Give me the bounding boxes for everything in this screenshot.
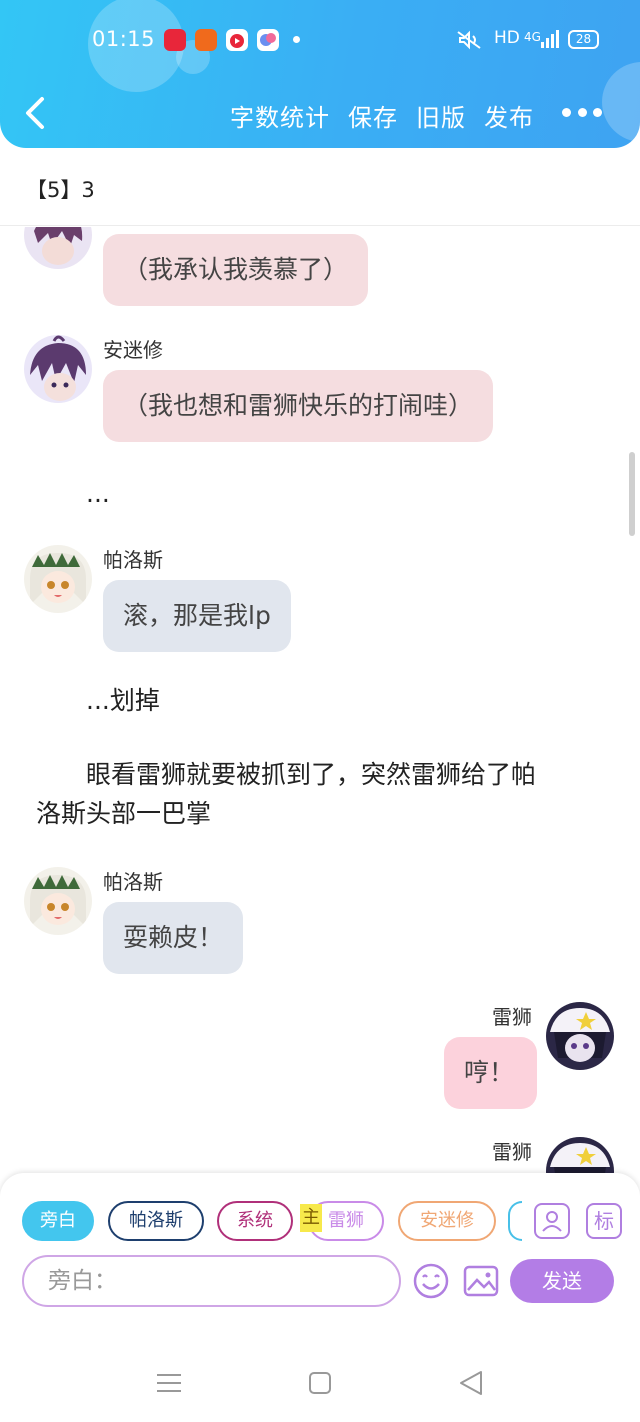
status-time: 01:15: [92, 27, 156, 51]
chapter-title[interactable]: 【5】3: [26, 174, 95, 204]
role-chip-anmixiu[interactable]: 安迷修: [398, 1201, 496, 1241]
publish-button[interactable]: 发布: [484, 98, 534, 133]
message-input[interactable]: 旁白：: [22, 1255, 401, 1307]
narration-text[interactable]: 眼看雷狮就要被抓到了，突然雷狮给了帕: [86, 754, 536, 796]
mute-icon: [457, 30, 481, 50]
image-icon[interactable]: [462, 1262, 500, 1300]
header-decoration: [602, 62, 640, 142]
back-nav-icon[interactable]: [456, 1368, 486, 1398]
signal-type: 4G: [524, 30, 541, 44]
battery-indicator: 28: [568, 30, 599, 49]
role-chip-narrator[interactable]: 旁白: [22, 1201, 94, 1241]
avatar-anmixiu[interactable]: [24, 227, 92, 269]
role-chip-system[interactable]: 系统: [217, 1201, 293, 1241]
narration-text[interactable]: ...: [86, 473, 110, 515]
avatar-leishi[interactable]: [546, 1137, 614, 1173]
emoji-icon[interactable]: [412, 1262, 450, 1300]
back-button[interactable]: [22, 96, 48, 130]
save-button[interactable]: 保存: [348, 98, 398, 133]
notification-app-icon: [257, 29, 279, 51]
narration-text[interactable]: 洛斯头部一巴掌: [36, 793, 211, 835]
character-icon: [542, 1211, 562, 1232]
message-bubble[interactable]: 哼！: [444, 1037, 537, 1109]
mark-button[interactable]: 标: [586, 1203, 622, 1239]
system-navigation-bar: [0, 1308, 640, 1422]
more-menu-button[interactable]: [562, 108, 602, 120]
avatar-palos[interactable]: [24, 867, 92, 935]
chat-area[interactable]: （我承认我羡慕了） 安迷修 （我也想和雷狮快乐的打闹哇） ... 帕洛斯 滚，那…: [0, 227, 640, 1173]
narration-text[interactable]: ...划掉: [86, 680, 160, 722]
old-version-button[interactable]: 旧版: [416, 98, 466, 133]
add-character-button[interactable]: [534, 1203, 570, 1239]
speaker-name: 安迷修: [103, 338, 163, 362]
header-actions: 字数统计 保存 旧版 发布: [230, 98, 534, 133]
chat-scrollbar[interactable]: [629, 452, 635, 536]
app-header: 01:15 HD 4G 28 字数统计 保存 旧版 发布: [0, 0, 640, 148]
notification-app-icon: [226, 29, 248, 51]
status-more-dot: [293, 36, 300, 43]
notification-app-icon: [195, 29, 217, 51]
avatar-leishi[interactable]: [546, 1002, 614, 1070]
speaker-name: 帕洛斯: [103, 870, 163, 894]
speaker-name: 雷狮: [492, 1005, 532, 1029]
message-bubble[interactable]: 耍赖皮！: [103, 902, 244, 974]
network-type: HD: [494, 28, 520, 48]
word-count-button[interactable]: 字数统计: [230, 98, 330, 133]
avatar-anmixiu[interactable]: [24, 335, 92, 403]
menu-icon[interactable]: [154, 1368, 184, 1398]
avatar-palos[interactable]: [24, 545, 92, 613]
notification-app-icon: [164, 29, 186, 51]
main-character-tag: 主: [300, 1204, 322, 1232]
message-bubble[interactable]: 滚，那是我lp: [103, 580, 291, 652]
send-button[interactable]: 发送: [510, 1259, 614, 1303]
message-bubble[interactable]: （我承认我羡慕了）: [103, 234, 369, 306]
speaker-name: 雷狮: [492, 1140, 532, 1164]
composer-panel: 旁白 帕洛斯 系统 雷狮 主 安迷修 标 旁白： 发送: [0, 1173, 640, 1308]
signal-strength-icon: [541, 30, 559, 48]
role-chip-more[interactable]: [508, 1201, 522, 1241]
speaker-name: 帕洛斯: [103, 548, 163, 572]
role-chip-palos[interactable]: 帕洛斯: [108, 1201, 204, 1241]
chapter-bar: 【5】3: [0, 148, 640, 226]
message-bubble[interactable]: （我也想和雷狮快乐的打闹哇）: [103, 370, 494, 442]
home-icon[interactable]: [305, 1368, 335, 1398]
